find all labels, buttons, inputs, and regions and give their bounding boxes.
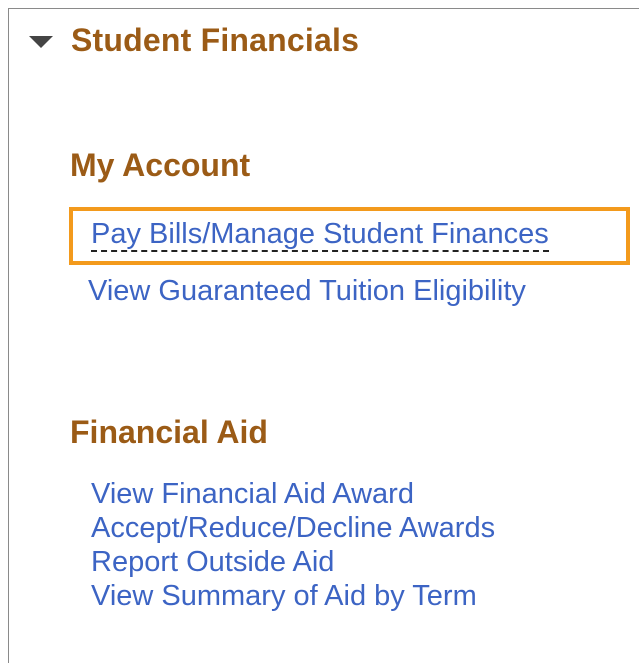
my-account-heading: My Account — [70, 147, 251, 183]
view-guaranteed-tuition-link[interactable]: View Guaranteed Tuition Eligibility — [88, 274, 526, 308]
pay-bills-link[interactable]: Pay Bills/Manage Student Finances — [91, 218, 549, 252]
view-financial-aid-award-link[interactable]: View Financial Aid Award — [91, 477, 414, 511]
financial-aid-heading: Financial Aid — [70, 414, 268, 450]
view-summary-of-aid-link[interactable]: View Summary of Aid by Term — [91, 579, 477, 613]
report-outside-aid-link[interactable]: Report Outside Aid — [91, 545, 334, 579]
accept-reduce-decline-link[interactable]: Accept/Reduce/Decline Awards — [91, 511, 495, 545]
header-title: Student Financials — [71, 22, 360, 58]
student-financials-header[interactable]: Student Financials — [27, 22, 359, 59]
caret-down-icon[interactable] — [29, 35, 53, 48]
